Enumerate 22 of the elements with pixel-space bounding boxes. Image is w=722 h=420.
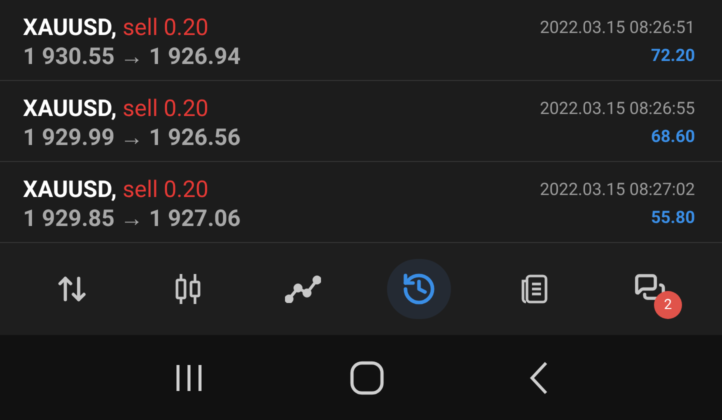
profit: 55.80 — [651, 207, 695, 230]
trade-time: 2022.03.15 08:27:02 — [540, 179, 695, 202]
trade-time: 2022.03.15 08:26:55 — [540, 98, 695, 121]
order-side: sell 0.20 — [122, 176, 208, 204]
notification-badge: 2 — [654, 291, 682, 319]
line-chart-icon — [285, 275, 322, 303]
journal-icon — [519, 273, 550, 305]
price-range: 1 929.99 → 1 926.56 — [23, 124, 241, 152]
profit: 72.20 — [651, 45, 695, 68]
symbol: XAUUSD, — [23, 14, 117, 42]
trade-time: 2022.03.15 08:26:51 — [540, 17, 695, 40]
profit: 68.60 — [651, 126, 695, 149]
symbol: XAUUSD, — [23, 95, 117, 123]
order-side: sell 0.20 — [122, 14, 208, 42]
symbol: XAUUSD, — [23, 176, 117, 204]
price-range: 1 930.55 → 1 926.94 — [23, 43, 241, 71]
price-range: 1 929.85 → 1 927.06 — [23, 205, 241, 233]
nav-tab[interactable]: 2 — [618, 259, 682, 319]
history-icon — [400, 271, 437, 307]
back-icon[interactable] — [529, 360, 550, 394]
order-side: sell 0.20 — [122, 95, 208, 123]
home-icon[interactable] — [350, 360, 384, 394]
